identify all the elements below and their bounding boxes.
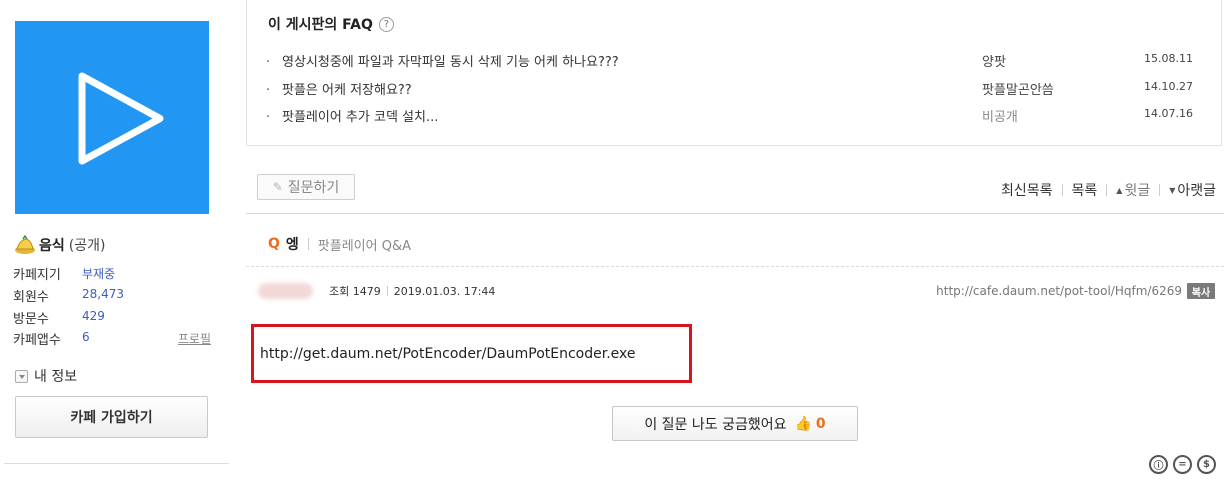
cafe-visibility: (공개) xyxy=(68,238,106,254)
faq-item-author[interactable]: 양팟 xyxy=(982,51,1006,70)
expand-icon xyxy=(15,369,28,383)
faq-item[interactable]: · 팟플은 어케 저장해요?? 팟플말곤안씀 14.10.27 xyxy=(266,79,1216,99)
faq-panel: 이 게시판의 FAQ ? · 영상시청중에 파일과 자막파일 동시 삭제 기능 어… xyxy=(246,0,1222,146)
my-info-label: 내 정보 xyxy=(34,369,78,385)
help-icon[interactable]: ? xyxy=(378,16,394,32)
author-name-redacted[interactable] xyxy=(258,283,313,299)
divider xyxy=(386,286,388,296)
me-too-label: 이 질문 나도 궁금했어요 xyxy=(644,416,787,433)
pencil-icon: ✎ xyxy=(272,180,283,194)
stat-cafe-manager: 카페지기 부재중 xyxy=(13,264,213,284)
post-title-row: Q 엥 팟플레이어 Q&A xyxy=(268,234,411,254)
profile-link[interactable]: 프로필 xyxy=(178,330,211,347)
stat-label: 카페지기 xyxy=(13,268,61,283)
question-badge: Q xyxy=(268,236,280,252)
ask-question-label: 질문하기 xyxy=(287,180,340,196)
faq-item-title[interactable]: 영상시청중에 파일과 자막파일 동시 삭제 기능 어케 하나요??? xyxy=(282,55,619,70)
non-commercial-icon[interactable]: $ xyxy=(1197,455,1216,474)
divider-line xyxy=(246,213,1224,214)
bullet: · xyxy=(266,110,271,125)
stat-label: 회원수 xyxy=(13,290,49,305)
prev-post-link[interactable]: 윗글 xyxy=(1124,180,1150,200)
post-navigation: 최신목록 목록 ▲ 윗글 ▼ 아랫글 xyxy=(1001,180,1216,200)
dashed-divider xyxy=(246,266,1224,267)
play-icon xyxy=(78,72,164,165)
divider xyxy=(1106,184,1108,196)
my-info-toggle[interactable]: 내 정보 xyxy=(15,366,77,386)
faq-title-text: 이 게시판의 FAQ xyxy=(268,17,373,33)
sidebar-divider xyxy=(4,463,229,464)
stat-value: 429 xyxy=(82,309,105,323)
post-datetime: 2019.01.03. 17:44 xyxy=(393,284,496,298)
stat-label: 카페앱수 xyxy=(13,333,61,348)
up-arrow-icon: ▲ xyxy=(1116,185,1123,195)
faq-item-date: 15.08.11 xyxy=(1144,52,1193,65)
stat-value[interactable]: 28,473 xyxy=(82,287,124,301)
divider xyxy=(1159,184,1161,196)
bullet: · xyxy=(266,83,271,98)
thumbs-up-icon: 👍 xyxy=(794,415,812,432)
food-icon xyxy=(15,235,35,254)
faq-item-author: 비공개 xyxy=(982,110,1018,125)
copy-url-button[interactable]: 복사 xyxy=(1187,283,1215,299)
divider xyxy=(1061,184,1063,196)
stat-label: 방문수 xyxy=(13,312,49,327)
faq-item[interactable]: · 팟플레이어 추가 코덱 설치... 비공개 14.07.16 xyxy=(266,106,1216,126)
cafe-name-row: 음식 (공개) xyxy=(14,234,105,256)
faq-item-date: 14.07.16 xyxy=(1144,107,1193,120)
post-title: 엥 xyxy=(285,237,299,253)
no-derivatives-icon[interactable]: = xyxy=(1173,455,1192,474)
stat-value: 6 xyxy=(82,330,90,344)
list-link[interactable]: 목록 xyxy=(1072,180,1098,200)
post-url[interactable]: http://cafe.daum.net/pot-tool/Hqfm/6269 xyxy=(936,284,1182,298)
me-too-curious-button[interactable]: 이 질문 나도 궁금했어요 👍 0 xyxy=(612,406,858,441)
cafe-logo[interactable] xyxy=(15,21,209,214)
stat-members: 회원수 28,473 xyxy=(13,286,213,306)
post-body-link[interactable]: http://get.daum.net/PotEncoder/DaumPotEn… xyxy=(260,346,636,362)
next-post-link[interactable]: 아랫글 xyxy=(1177,180,1216,200)
view-count: 조회 1479 xyxy=(329,285,381,298)
attribution-icon[interactable]: ⓘ xyxy=(1149,455,1168,474)
faq-item-author[interactable]: 팟플말곤안씀 xyxy=(982,79,1054,98)
faq-item-title[interactable]: 팟플은 어케 저장해요?? xyxy=(282,83,412,98)
stat-visits: 방문수 429 xyxy=(13,308,213,328)
ask-question-button[interactable]: ✎ 질문하기 xyxy=(257,174,355,200)
faq-title: 이 게시판의 FAQ ? xyxy=(268,14,394,34)
curious-count: 0 xyxy=(815,415,826,432)
faq-item-title[interactable]: 팟플레이어 추가 코덱 설치... xyxy=(282,110,438,125)
stat-value[interactable]: 부재중 xyxy=(82,265,115,282)
post-meta: 조회 1479 2019.01.03. 17:44 xyxy=(258,282,495,300)
stat-app-count: 카페앱수 6 프로필 xyxy=(13,329,213,349)
cafe-name[interactable]: 음식 xyxy=(39,235,65,255)
faq-item-date: 14.10.27 xyxy=(1144,80,1193,93)
divider xyxy=(307,238,309,250)
latest-list-link[interactable]: 최신목록 xyxy=(1001,180,1053,200)
faq-item[interactable]: · 영상시청중에 파일과 자막파일 동시 삭제 기능 어케 하나요??? 양팟 1… xyxy=(266,51,1216,71)
bullet: · xyxy=(266,55,271,70)
join-cafe-button[interactable]: 카페 가입하기 xyxy=(15,396,208,438)
board-name-link[interactable]: 팟플레이어 Q&A xyxy=(318,235,411,254)
license-icons: ⓘ = $ xyxy=(1149,455,1216,474)
down-arrow-icon: ▼ xyxy=(1169,185,1176,195)
